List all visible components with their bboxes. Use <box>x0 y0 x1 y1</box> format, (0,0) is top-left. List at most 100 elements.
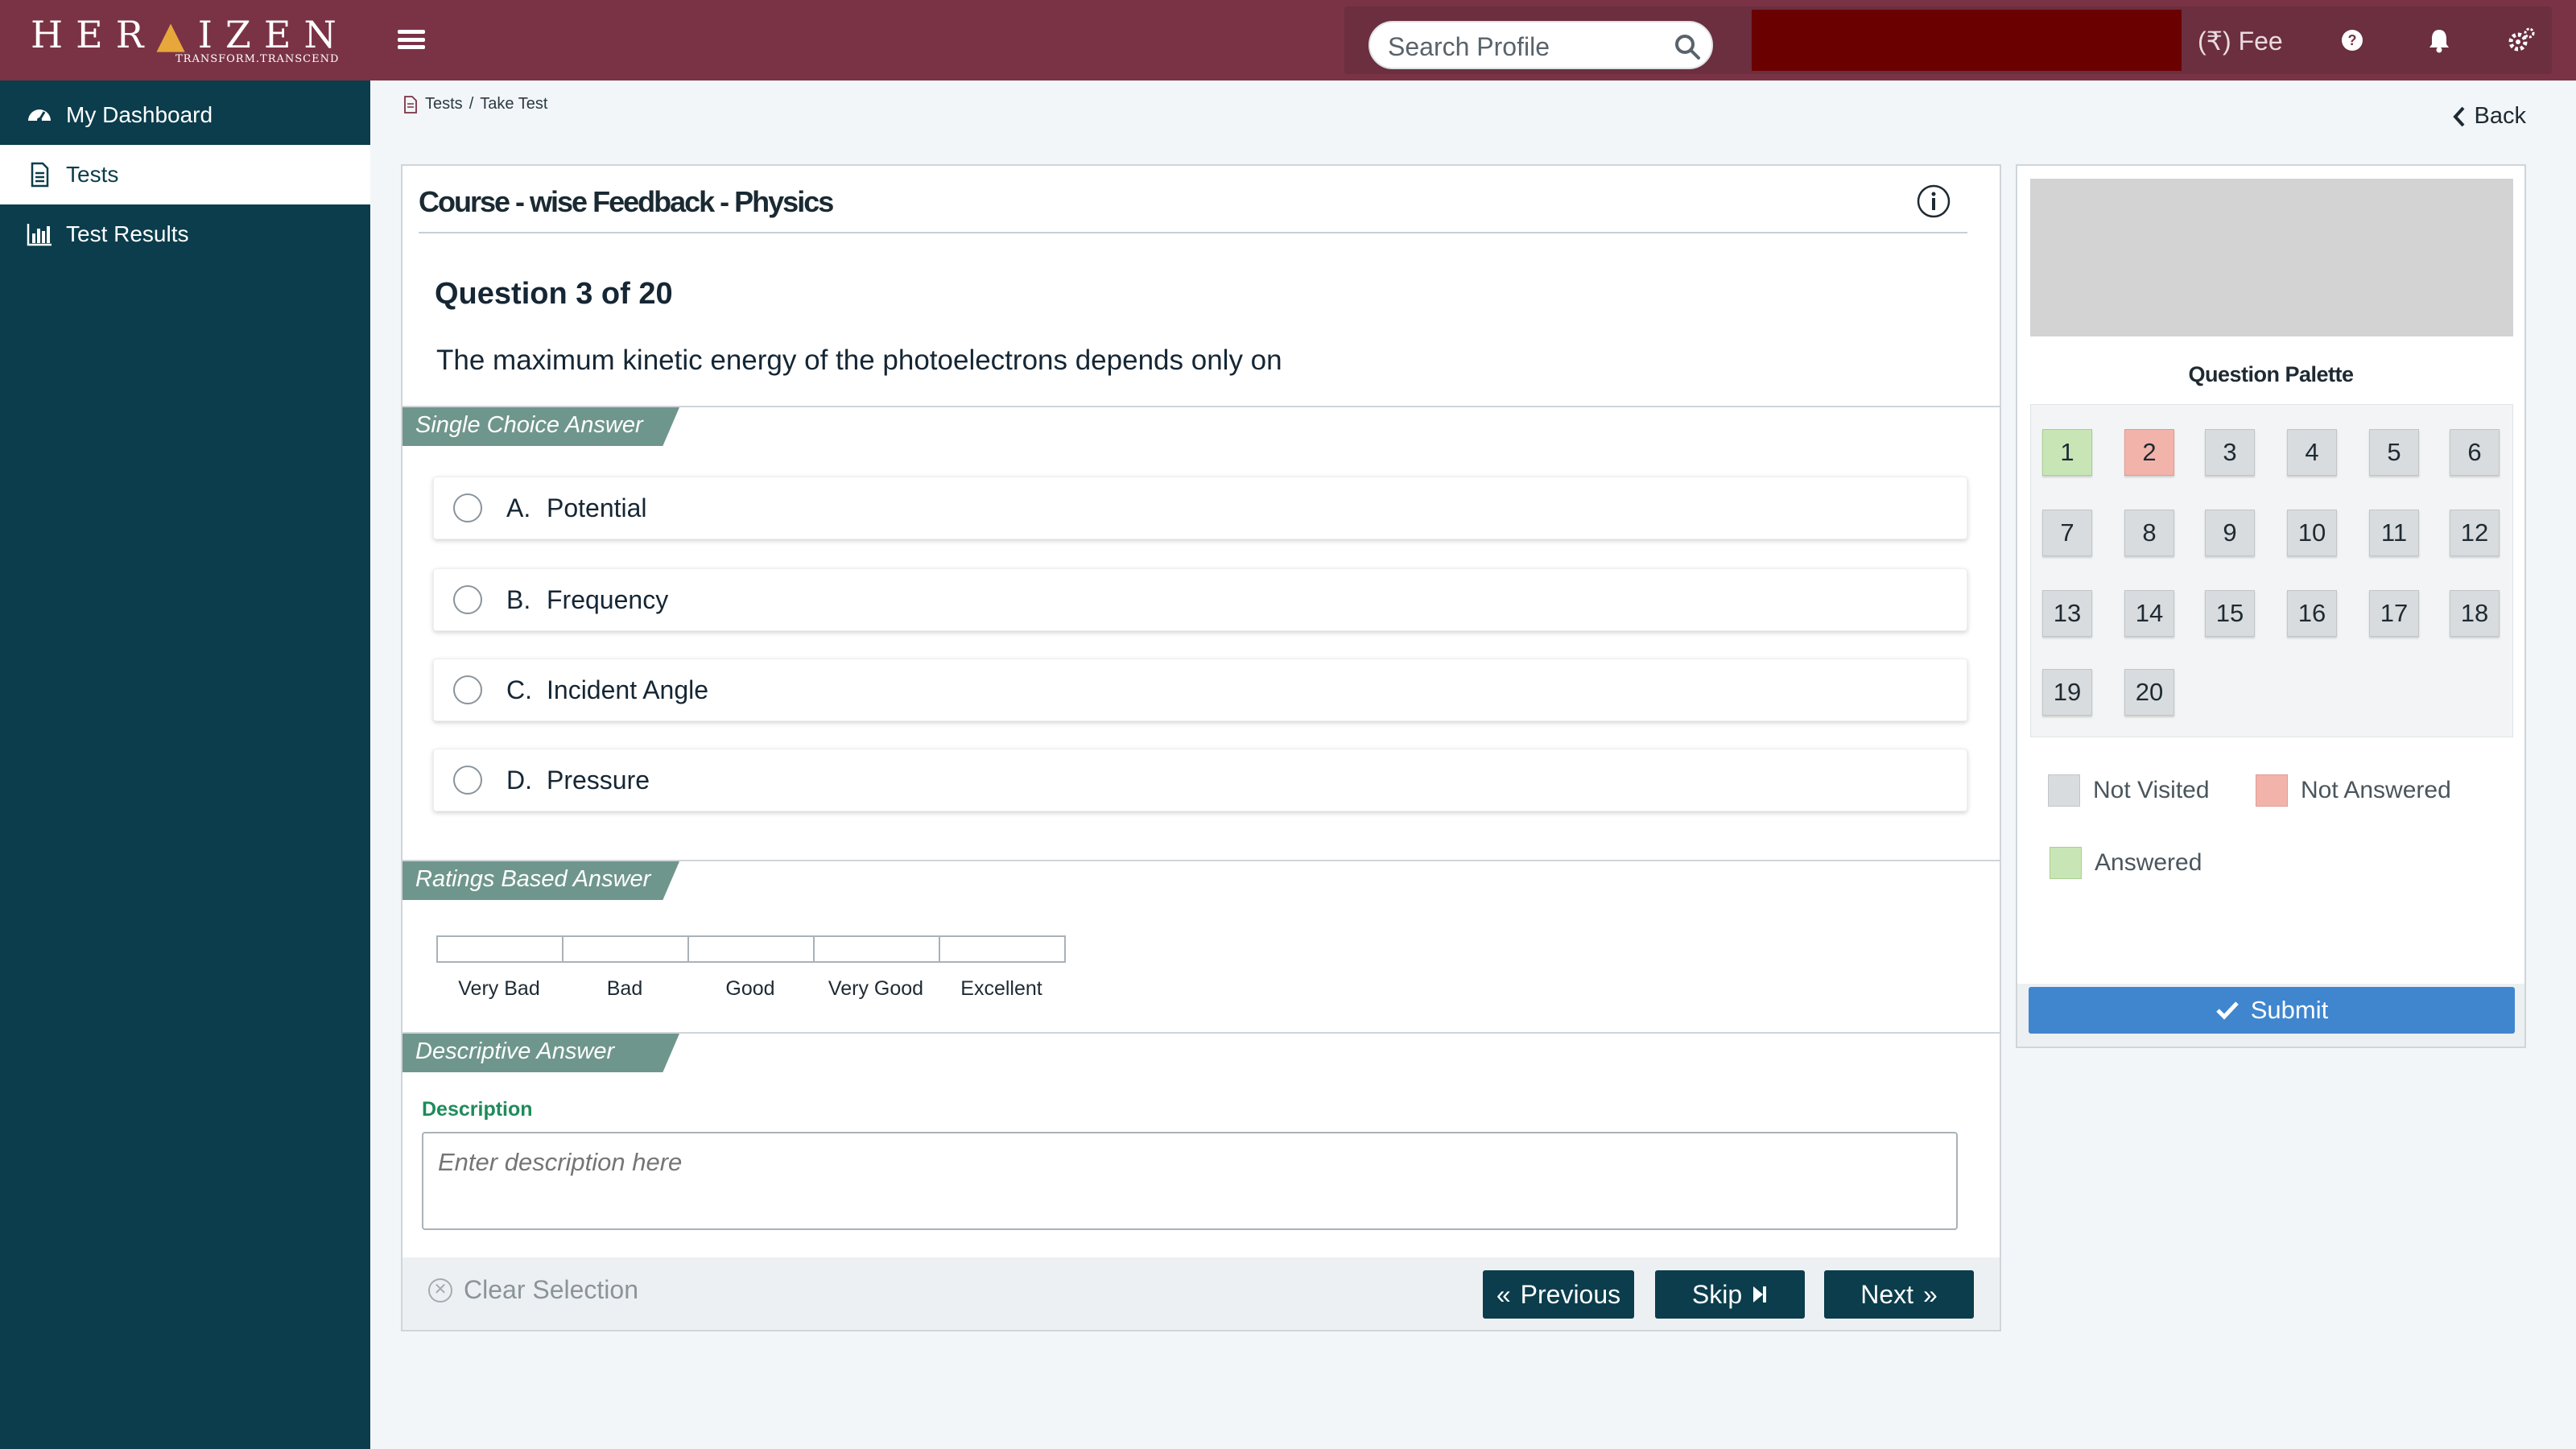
section-divider <box>402 406 2000 407</box>
option-text: Potential <box>547 493 647 522</box>
test-title: Course - wise Feedback - Physics <box>419 185 834 218</box>
ratings-section-tag: Ratings Based Answer <box>402 861 679 900</box>
palette-question-4[interactable]: 4 <box>2287 429 2337 476</box>
next-label: Next <box>1860 1279 1913 1309</box>
sidebar-item-label: Test Results <box>66 221 189 246</box>
palette-question-8[interactable]: 8 <box>2124 510 2174 556</box>
clear-selection-button[interactable]: ✕ Clear Selection <box>428 1275 638 1305</box>
sidebar-item-test-results[interactable]: Test Results <box>0 204 370 264</box>
question-text: The maximum kinetic energy of the photoe… <box>436 345 1282 376</box>
question-card: Course - wise Feedback - Physics Questio… <box>401 164 2001 1331</box>
search-placeholder: Search Profile <box>1388 32 1550 61</box>
palette-footer: Submit <box>2017 984 2524 1046</box>
palette-question-20[interactable]: 20 <box>2124 669 2174 716</box>
rating-label: Very Good <box>828 977 924 1000</box>
palette-question-16[interactable]: 16 <box>2287 590 2337 637</box>
fee-link[interactable]: (₹) Fee <box>2198 26 2283 56</box>
search-profile-input[interactable]: Search Profile <box>1368 21 1713 69</box>
rating-excellent[interactable] <box>939 935 1066 963</box>
palette-question-19[interactable]: 19 <box>2042 669 2092 716</box>
previous-label: Previous <box>1520 1279 1621 1309</box>
option-d[interactable]: D. Pressure <box>433 749 1967 811</box>
rating-good[interactable] <box>687 935 815 963</box>
sidebar-item-tests[interactable]: Tests <box>0 145 370 204</box>
option-text: Incident Angle <box>547 675 709 704</box>
description-textarea[interactable] <box>422 1132 1958 1230</box>
double-chevron-left-icon: « <box>1496 1279 1511 1309</box>
legend-not-visited: Not Visited <box>2048 774 2210 807</box>
palette-question-14[interactable]: 14 <box>2124 590 2174 637</box>
next-button[interactable]: Next » <box>1824 1270 1974 1319</box>
legend-label: Answered <box>2095 849 2202 876</box>
option-a[interactable]: A. Potential <box>433 477 1967 539</box>
rating-very-good[interactable] <box>813 935 940 963</box>
option-letter: B. <box>506 584 531 614</box>
radio-button[interactable] <box>453 675 482 704</box>
rating-scale <box>436 935 1066 963</box>
option-c[interactable]: C. Incident Angle <box>433 658 1967 721</box>
logo-tagline: TRANSFORM.TRANSCEND <box>175 53 340 65</box>
back-button[interactable]: Back <box>2452 103 2526 130</box>
radio-button[interactable] <box>453 493 482 522</box>
rating-labels: Very Bad Bad Good Very Good Excellent <box>436 977 1064 1001</box>
submit-button[interactable]: Submit <box>2029 987 2515 1034</box>
question-number: Question 3 of 20 <box>435 277 673 311</box>
description-label: Description <box>422 1098 533 1121</box>
settings-gears-icon[interactable] <box>2505 24 2537 56</box>
submit-label: Submit <box>2250 996 2329 1024</box>
breadcrumb: Tests / Take Test <box>402 95 547 114</box>
palette-question-13[interactable]: 13 <box>2042 590 2092 637</box>
question-footer: ✕ Clear Selection « Previous Skip Next » <box>402 1257 2000 1330</box>
bar-chart-icon <box>27 224 52 246</box>
palette-question-7[interactable]: 7 <box>2042 510 2092 556</box>
logo-wordmark: HER▲IZEN <box>31 13 349 56</box>
clear-selection-label: Clear Selection <box>464 1275 638 1304</box>
palette-question-9[interactable]: 9 <box>2205 510 2255 556</box>
menu-toggle-icon[interactable] <box>398 27 425 52</box>
palette-question-18[interactable]: 18 <box>2450 590 2500 637</box>
palette-question-6[interactable]: 6 <box>2450 429 2500 476</box>
bell-icon[interactable] <box>2423 24 2455 56</box>
palette-question-2[interactable]: 2 <box>2124 429 2174 476</box>
user-profile-block[interactable] <box>1752 10 2182 71</box>
heraizen-logo[interactable]: HER▲IZEN TRANSFORM.TRANSCEND <box>31 11 353 69</box>
palette-question-1[interactable]: 1 <box>2042 429 2092 476</box>
palette-question-5[interactable]: 5 <box>2369 429 2419 476</box>
option-b[interactable]: B. Frequency <box>433 568 1967 631</box>
breadcrumb-current: Take Test <box>480 95 548 113</box>
palette-question-11[interactable]: 11 <box>2369 510 2419 556</box>
breadcrumb-tests-link[interactable]: Tests <box>425 95 463 114</box>
sidebar-item-my-dashboard[interactable]: My Dashboard <box>0 85 370 145</box>
search-icon[interactable] <box>1673 32 1702 61</box>
palette-question-10[interactable]: 10 <box>2287 510 2337 556</box>
rating-bad[interactable] <box>562 935 689 963</box>
skip-label: Skip <box>1691 1279 1743 1309</box>
legend-label: Not Answered <box>2301 777 2451 803</box>
check-icon <box>2215 1001 2239 1020</box>
back-label: Back <box>2474 103 2526 129</box>
legend-label: Not Visited <box>2093 777 2210 803</box>
rating-label: Bad <box>606 977 643 1000</box>
rating-very-bad[interactable] <box>436 935 564 963</box>
palette-question-3[interactable]: 3 <box>2205 429 2255 476</box>
breadcrumb-separator: / <box>469 95 474 113</box>
previous-button[interactable]: « Previous <box>1483 1270 1634 1319</box>
sidebar-item-label: My Dashboard <box>66 102 213 127</box>
radio-button[interactable] <box>453 766 482 795</box>
top-bar: HER▲IZEN TRANSFORM.TRANSCEND Search Prof… <box>0 0 2576 80</box>
palette-title: Question Palette <box>2188 362 2354 386</box>
info-icon[interactable] <box>1916 184 1951 219</box>
legend-answered: Answered <box>2050 847 2202 879</box>
palette-image-placeholder <box>2030 179 2513 336</box>
palette-question-15[interactable]: 15 <box>2205 590 2255 637</box>
help-icon[interactable]: ? <box>2336 24 2368 56</box>
step-forward-icon <box>1753 1286 1767 1302</box>
option-text: Frequency <box>547 584 669 614</box>
radio-button[interactable] <box>453 585 482 614</box>
palette-question-12[interactable]: 12 <box>2450 510 2500 556</box>
rating-label: Good <box>725 977 775 1000</box>
skip-button[interactable]: Skip <box>1655 1270 1805 1319</box>
palette-question-17[interactable]: 17 <box>2369 590 2419 637</box>
sidebar-item-label: Tests <box>66 162 119 187</box>
option-letter: C. <box>506 675 532 704</box>
